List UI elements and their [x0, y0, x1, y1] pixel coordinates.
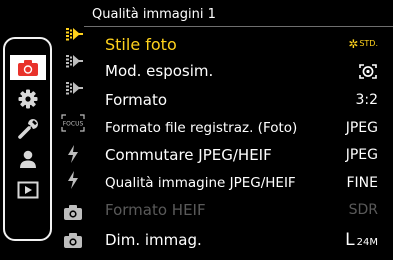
menu-item-label: Qualità immagine JPEG/HEIF: [105, 175, 296, 191]
focus-tab-label: FOCUS: [63, 121, 84, 128]
flash-icon: [68, 145, 78, 163]
menu-page-title: Qualità immagini 1: [92, 7, 216, 22]
metering-icon: [359, 64, 377, 79]
file-format-value: JPEG: [345, 120, 378, 136]
wrench-icon: [18, 118, 38, 139]
aspect-ratio-value: 3:2: [355, 92, 378, 108]
tab-image-quality-3[interactable]: [60, 77, 86, 99]
tab-other-photo-1[interactable]: [60, 201, 86, 223]
tab-other-photo-2[interactable]: [60, 229, 86, 251]
tab-flash-2[interactable]: [60, 169, 86, 191]
menu-item-commutare-jpeg-heif[interactable]: Commutare JPEG/HEIF JPEG: [92, 142, 392, 169]
flash-icon: [68, 171, 78, 189]
menu-item-label: Mod. esposim.: [105, 62, 214, 80]
category-my-menu[interactable]: [10, 146, 46, 171]
menu-item-label: Commutare JPEG/HEIF: [105, 146, 272, 164]
menu-item-formato-file[interactable]: Formato file registraz. (Foto) JPEG: [92, 115, 392, 142]
gear-icon: [18, 89, 38, 108]
menu-item-formato-heif: Formato HEIF SDR: [92, 197, 392, 224]
camera-icon: [18, 59, 38, 76]
category-settings[interactable]: [10, 86, 46, 111]
category-photo[interactable]: [10, 55, 46, 80]
image-quality-icon: [66, 82, 83, 95]
photo-style-value: ✲ STD.: [348, 38, 378, 50]
camera-menu-screen: FOCUS Qualità immagini 1 Stile foto ✲ ST…: [0, 0, 393, 260]
photo-style-text: STD.: [359, 39, 378, 48]
menu-item-label: Dim. immag.: [105, 231, 202, 249]
menu-item-label: Formato file registraz. (Foto): [105, 120, 298, 136]
menu-item-label: Formato HEIF: [105, 201, 206, 219]
menu-item-label: Stile foto: [105, 35, 177, 54]
image-size-megapixels: 24M: [356, 237, 378, 248]
category-setup[interactable]: [10, 116, 46, 141]
category-playback[interactable]: [10, 177, 46, 202]
metering-mode-value: [358, 63, 378, 80]
menu-item-formato[interactable]: Formato 3:2: [92, 87, 392, 114]
menu-item-dim-immag[interactable]: Dim. immag. L 24M: [92, 227, 392, 254]
focus-icon: FOCUS: [61, 114, 85, 132]
person-icon: [20, 150, 36, 168]
tab-focus[interactable]: FOCUS: [60, 112, 86, 134]
image-quality-icon: [66, 55, 83, 68]
playback-icon: [17, 181, 39, 198]
image-quality-value: FINE: [346, 175, 379, 191]
camera-small-icon: [64, 205, 82, 220]
image-size-value: L 24M: [345, 227, 378, 256]
tab-image-quality-2[interactable]: [60, 50, 86, 72]
jpeg-heif-switch-value: JPEG: [345, 147, 378, 163]
tab-flash-1[interactable]: [60, 143, 86, 165]
menu-item-mod-esposim[interactable]: Mod. esposim.: [92, 58, 392, 85]
header-divider: [84, 26, 393, 27]
image-size-letter: L: [345, 230, 355, 250]
camera-small-icon: [64, 233, 82, 248]
standard-style-icon: ✲: [348, 37, 359, 51]
image-quality-icon: [66, 28, 83, 41]
tab-image-quality-1[interactable]: [60, 23, 86, 45]
menu-item-qualita-immagine[interactable]: Qualità immagine JPEG/HEIF FINE: [92, 170, 392, 197]
heif-format-value: SDR: [348, 202, 378, 218]
menu-item-label: Formato: [105, 91, 168, 109]
menu-item-stile-foto[interactable]: Stile foto ✲ STD.: [92, 31, 392, 58]
